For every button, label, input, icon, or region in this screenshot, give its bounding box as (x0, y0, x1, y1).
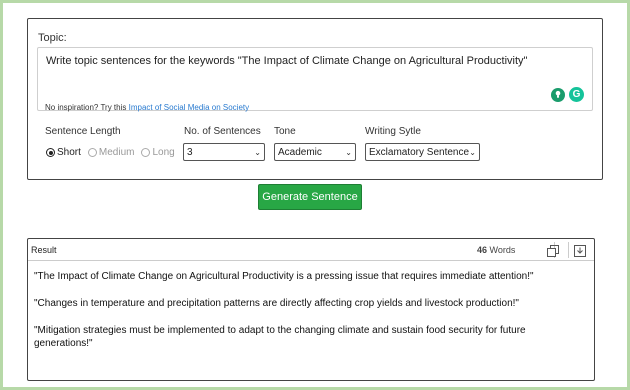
header-divider (568, 242, 569, 258)
writing-style-label: Writing Sytle (365, 126, 421, 137)
lightbulb-icon[interactable] (551, 87, 565, 102)
result-sentence: "Changes in temperature and precipitatio… (34, 298, 519, 309)
tone-value: Academic (278, 146, 322, 158)
result-header: Result 46 Words (28, 239, 594, 261)
result-panel: Result 46 Words "The Impact of Climate C… (27, 238, 595, 381)
topic-input[interactable]: Write topic sentences for the keywords "… (37, 47, 593, 111)
inspiration-hint: No inspiration? Try this Impact of Socia… (45, 103, 249, 112)
chevron-down-icon: ⌄ (254, 147, 261, 157)
grammarly-icon[interactable]: G (569, 87, 584, 102)
topic-input-text: Write topic sentences for the keywords "… (46, 55, 528, 67)
copy-icon[interactable] (547, 244, 559, 257)
result-sentence: "Mitigation strategies must be implement… (34, 325, 526, 349)
inspiration-prefix: No inspiration? Try this (45, 103, 127, 112)
sentence-count-value: 3 (187, 146, 193, 158)
tone-select[interactable]: Academic ⌄ (274, 143, 356, 161)
tone-label: Tone (274, 126, 296, 137)
radio-short-dot[interactable] (46, 148, 55, 157)
writing-style-value: Exclamatory Sentence (369, 146, 470, 158)
word-count-number: 46 (477, 244, 488, 255)
sentence-count-label: No. of Sentences (184, 126, 261, 137)
result-sentence: "The Impact of Climate Change on Agricul… (34, 271, 534, 282)
radio-long-label: Long (152, 147, 175, 158)
chevron-down-icon: ⌄ (469, 147, 476, 157)
word-count: 46 Words (477, 245, 515, 255)
radio-long-dot[interactable] (141, 148, 151, 157)
writing-style-select[interactable]: Exclamatory Sentence ⌄ (365, 143, 480, 161)
result-output: "The Impact of Climate Change on Agricul… (34, 270, 586, 364)
radio-short[interactable]: Short (46, 147, 81, 158)
sentence-count-select[interactable]: 3 ⌄ (183, 143, 265, 161)
word-count-unit: Words (489, 244, 516, 255)
sentence-length-radios: Short Medium Long (46, 147, 175, 158)
radio-medium[interactable]: Medium (87, 147, 135, 158)
chevron-down-icon: ⌄ (345, 147, 352, 157)
topic-label: Topic: (38, 32, 67, 44)
radio-long[interactable]: Long (141, 147, 175, 158)
generate-sentence-button[interactable]: Generate Sentence (258, 184, 362, 210)
result-title: Result (31, 244, 57, 255)
download-icon[interactable] (574, 244, 586, 257)
sentence-length-label: Sentence Length (45, 126, 121, 137)
radio-short-label: Short (57, 147, 81, 158)
inspiration-link[interactable]: Impact of Social Media on Society (129, 103, 250, 112)
topic-panel: Topic: Write topic sentences for the key… (27, 18, 603, 180)
radio-medium-label: Medium (98, 147, 135, 158)
radio-medium-dot[interactable] (87, 148, 97, 157)
